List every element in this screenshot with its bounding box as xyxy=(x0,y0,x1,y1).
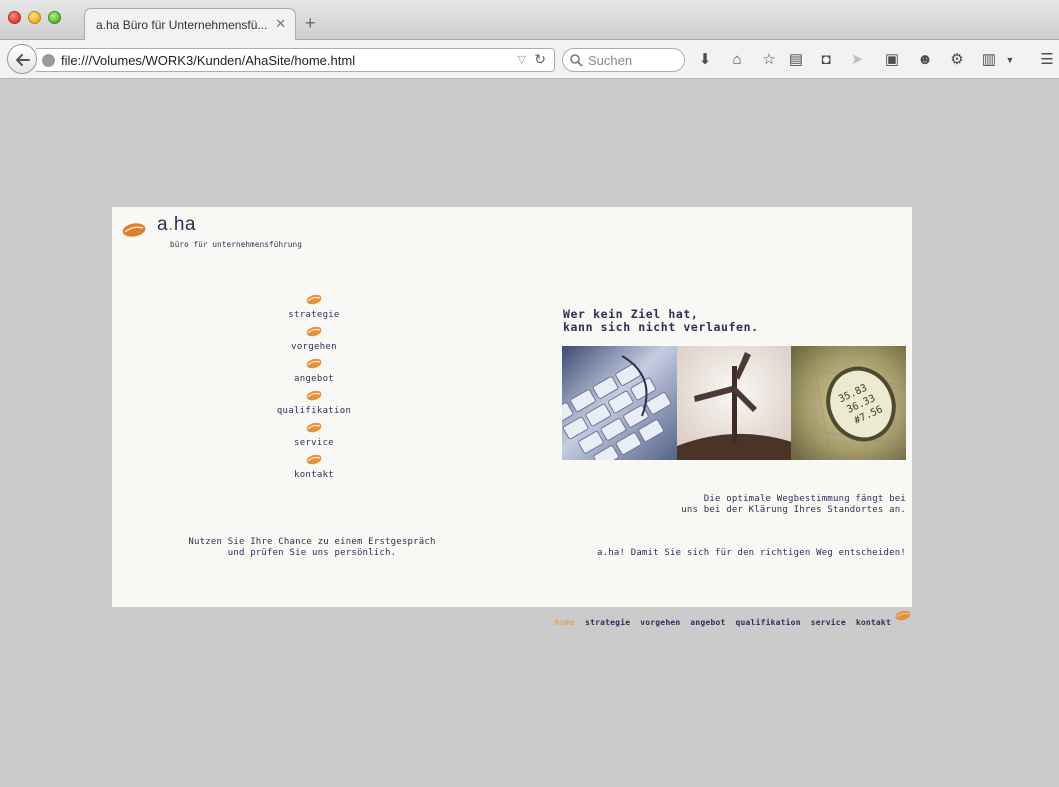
pocket-icon[interactable]: ◘ xyxy=(817,51,835,69)
menu-label[interactable]: service xyxy=(252,438,376,448)
bean-icon xyxy=(306,358,322,369)
menu-item-kontakt[interactable]: kontakt xyxy=(252,452,376,484)
url-bar[interactable]: file:///Volumes/WORK3/Kunden/AhaSite/hom… xyxy=(36,48,555,72)
bean-icon xyxy=(306,390,322,401)
footer-navigation: home strategie vorgehen angebot qualifikatio… xyxy=(555,610,901,627)
globe-icon xyxy=(42,54,55,67)
menu-label[interactable]: kontakt xyxy=(252,470,376,480)
bean-icon xyxy=(895,610,911,621)
url-history-dropdown-icon[interactable]: ▽ xyxy=(518,53,526,66)
sync-icon[interactable]: ⚙ xyxy=(948,51,966,69)
footer-link-vorgehen[interactable]: vorgehen xyxy=(640,618,680,627)
back-button[interactable] xyxy=(7,44,37,74)
footer-link-strategie[interactable]: strategie xyxy=(585,618,630,627)
chance-line-2: und prüfen Sie uns persönlich. xyxy=(227,548,397,558)
menu-item-service[interactable]: service xyxy=(252,420,376,452)
keyboard-photo xyxy=(562,346,677,460)
tab-title: a.ha Büro für Unternehmensfü... xyxy=(96,18,268,32)
bean-icon xyxy=(306,422,322,433)
signpost-photo xyxy=(676,346,792,460)
menu-hamburger-icon[interactable]: ☰ xyxy=(1038,51,1056,69)
logo-dot: . xyxy=(168,214,174,235)
logo-wordmark: a.ha xyxy=(157,214,196,235)
menu-item-vorgehen[interactable]: vorgehen xyxy=(252,324,376,356)
footer-link-angebot[interactable]: angebot xyxy=(690,618,725,627)
search-icon xyxy=(570,54,583,67)
menu-label[interactable]: angebot xyxy=(252,374,376,384)
chance-text: Nutzen Sie Ihre Chance zu einem Erstgesp… xyxy=(182,537,442,559)
search-placeholder: Suchen xyxy=(588,53,633,68)
browser-tab[interactable]: a.ha Büro für Unternehmensfü... ✕ xyxy=(84,8,296,41)
main-menu: strategie vorgehen angebot qualifikation… xyxy=(252,292,376,484)
window-titlebar: a.ha Büro für Unternehmensfü... ✕ + xyxy=(0,0,1059,41)
footer-link-home[interactable]: home xyxy=(555,618,575,627)
menu-label[interactable]: strategie xyxy=(252,310,376,320)
menu-item-strategie[interactable]: strategie xyxy=(252,292,376,324)
tab-close-icon[interactable]: ✕ xyxy=(275,16,286,32)
bookmarks-list-icon[interactable]: ▤ xyxy=(787,51,805,69)
menu-item-qualifikation[interactable]: qualifikation xyxy=(252,388,376,420)
back-arrow-icon xyxy=(16,54,30,66)
standort-line-2: uns bei der Klärung Ihres Standortes an. xyxy=(681,505,906,515)
url-text[interactable]: file:///Volumes/WORK3/Kunden/AhaSite/hom… xyxy=(61,53,355,68)
home-icon[interactable]: ⌂ xyxy=(728,51,746,69)
photo-strip: 35.83 36.33 #7.56 xyxy=(562,346,907,460)
site-logo[interactable]: a.ha büro für unternehmensführung xyxy=(122,214,322,249)
bean-icon xyxy=(306,326,322,337)
aha-text: a.ha! Damit Sie sich für den richtigen W… xyxy=(596,548,906,558)
footer-link-kontakt[interactable]: kontakt xyxy=(856,618,891,627)
clipboard-icon[interactable]: ▥ xyxy=(980,51,998,69)
reload-icon[interactable]: ↻ xyxy=(534,51,546,68)
minimize-window-button[interactable] xyxy=(28,11,41,24)
magnifier-photo: 35.83 36.33 #7.56 xyxy=(791,346,907,460)
standort-text: Die optimale Wegbestimmung fängt bei uns… xyxy=(681,494,906,516)
new-tab-button[interactable]: + xyxy=(305,14,316,32)
bookmark-star-icon[interactable]: ☆ xyxy=(760,51,778,69)
search-field[interactable]: Suchen xyxy=(562,48,685,72)
headline-line-1: Wer kein Ziel hat, xyxy=(563,307,699,321)
chevron-down-icon[interactable]: ▼ xyxy=(1001,51,1019,69)
chat-icon[interactable]: ☻ xyxy=(916,51,934,69)
standort-line-1: Die optimale Wegbestimmung fängt bei xyxy=(703,494,906,504)
navigation-toolbar: file:///Volumes/WORK3/Kunden/AhaSite/hom… xyxy=(0,40,1059,79)
zoom-window-button[interactable] xyxy=(48,11,61,24)
send-icon[interactable]: ➤ xyxy=(848,51,866,69)
headline-line-2: kann sich nicht verlaufen. xyxy=(563,320,759,334)
menu-label[interactable]: vorgehen xyxy=(252,342,376,352)
headline: Wer kein Ziel hat, kann sich nicht verla… xyxy=(563,308,759,334)
footer-link-qualifikation[interactable]: qualifikation xyxy=(736,618,801,627)
chance-line-1: Nutzen Sie Ihre Chance zu einem Erstgesp… xyxy=(188,537,436,547)
menu-item-angebot[interactable]: angebot xyxy=(252,356,376,388)
bean-icon xyxy=(306,294,322,305)
logo-subtitle: büro für unternehmensführung xyxy=(170,240,303,249)
bean-logo-icon xyxy=(122,223,146,237)
downloads-arrow-icon[interactable]: ⬇ xyxy=(696,51,714,69)
download-box-icon[interactable]: ▣ xyxy=(883,51,901,69)
close-window-button[interactable] xyxy=(8,11,21,24)
bean-icon xyxy=(306,454,322,465)
web-page: a.ha büro für unternehmensführung strate… xyxy=(112,207,912,607)
menu-label[interactable]: qualifikation xyxy=(252,406,376,416)
footer-link-service[interactable]: service xyxy=(811,618,846,627)
